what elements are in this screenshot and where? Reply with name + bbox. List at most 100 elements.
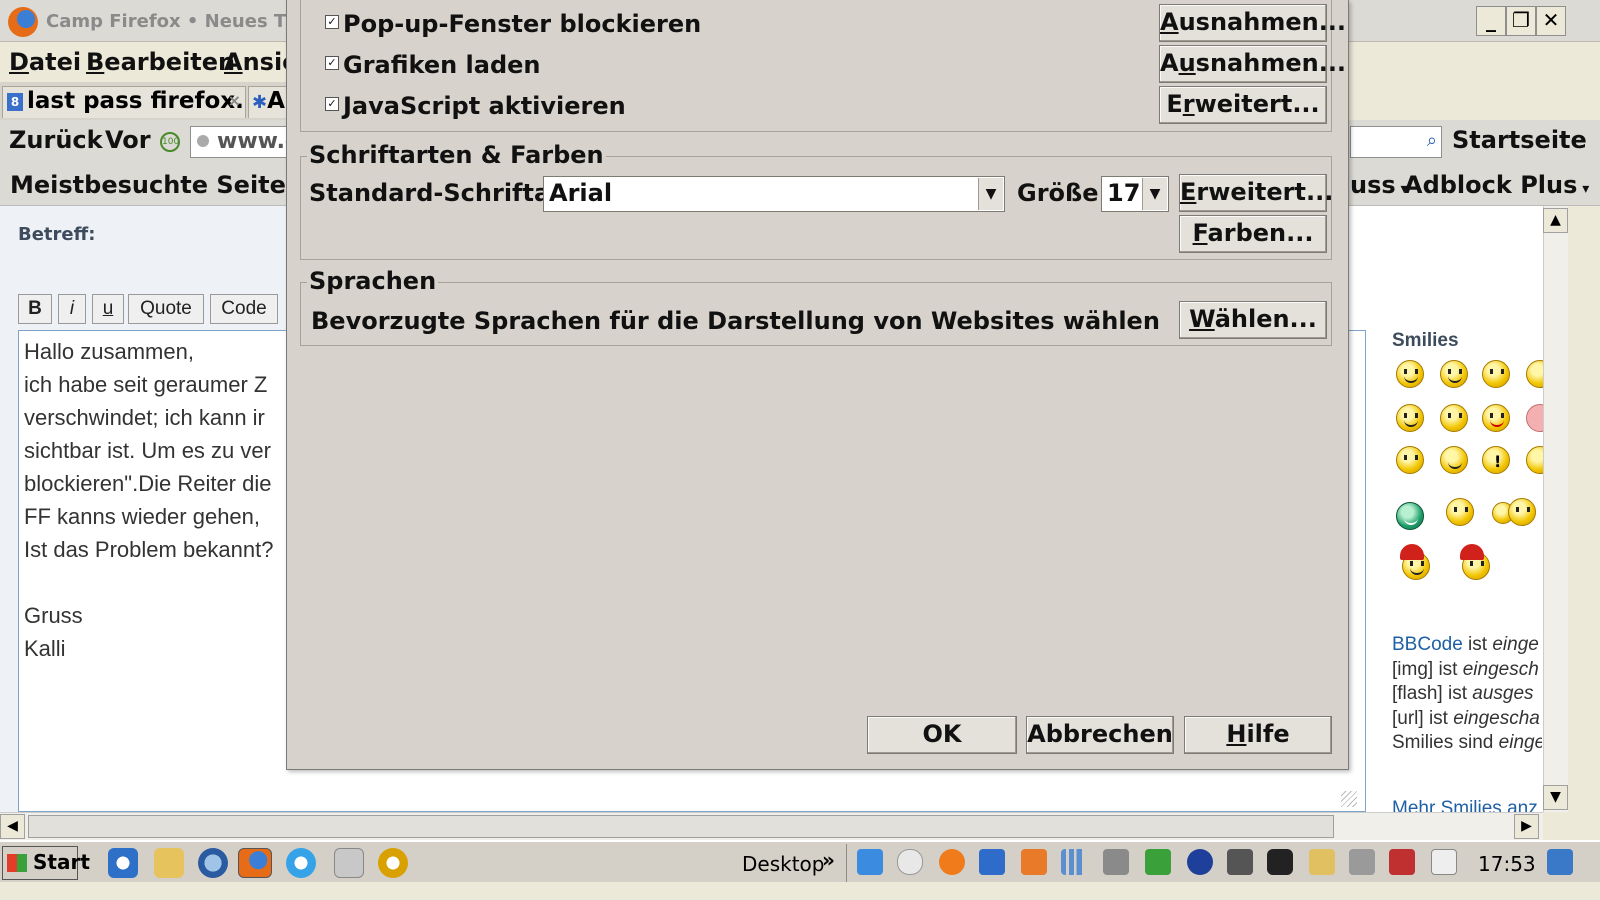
message-line: Gruss xyxy=(24,603,83,628)
restore-button[interactable]: ❐ xyxy=(1506,6,1536,36)
bbcode-line: [url] ist eingescha xyxy=(1392,708,1540,729)
load-images-checkbox[interactable]: ✓ xyxy=(325,56,339,70)
javascript-advanced-button[interactable]: Erweitert... xyxy=(1159,86,1327,124)
addon-icon[interactable]: 100 xyxy=(160,132,180,152)
horizontal-scrollbar[interactable]: ◀ ▶ xyxy=(0,812,1543,840)
s-app-icon[interactable] xyxy=(378,848,408,878)
cancel-button[interactable]: Abbrechen xyxy=(1026,716,1174,754)
folder-icon[interactable] xyxy=(154,848,184,878)
popup-block-checkbox[interactable]: ✓ xyxy=(325,15,339,29)
scroll-down-icon[interactable]: ▼ xyxy=(1543,785,1568,810)
quote-button[interactable]: Quote xyxy=(128,294,204,324)
blush-smiley-icon[interactable] xyxy=(1526,404,1543,432)
dizzy-smiley-icon[interactable] xyxy=(1446,498,1474,526)
angry-smiley-icon[interactable] xyxy=(1440,404,1468,432)
menu-bearbeiten[interactable]: Bearbeiten xyxy=(86,48,235,76)
bbcode-line: [img] ist eingesch xyxy=(1392,659,1539,680)
font-size-value: 17 xyxy=(1107,179,1141,207)
laugh-smiley-icon[interactable] xyxy=(1396,404,1424,432)
languages-group: Sprachen Bevorzugte Sprachen für die Dar… xyxy=(300,267,1332,346)
sad-smiley-icon[interactable] xyxy=(1482,360,1510,388)
tongue-smiley-icon[interactable] xyxy=(1482,404,1510,432)
help-button[interactable]: Hilfe xyxy=(1184,716,1332,754)
flag-icon[interactable] xyxy=(1431,849,1457,875)
search-icon[interactable]: ⌕ xyxy=(1427,130,1437,151)
ie-blue-icon[interactable] xyxy=(286,848,316,878)
message-line: verschwindet; ich kann ir xyxy=(24,405,265,430)
thunderbird-icon[interactable] xyxy=(198,848,228,878)
dropbox-icon[interactable] xyxy=(857,849,883,875)
images-exceptions-button[interactable]: Ausnahmen... xyxy=(1159,45,1346,83)
bbcode-line: Smilies sind einge xyxy=(1392,732,1542,753)
chevron-down-icon[interactable]: ▼ xyxy=(978,178,1003,210)
question-smiley-icon[interactable] xyxy=(1526,446,1543,474)
bookmark-partial[interactable]: uss ▾ xyxy=(1350,171,1408,199)
app-grid-icon[interactable] xyxy=(334,848,364,878)
menu-datei[interactable]: Datei xyxy=(9,48,81,76)
volume-icon[interactable] xyxy=(1349,849,1375,875)
close-window-button[interactable]: ✕ xyxy=(1536,6,1566,36)
mail-icon[interactable] xyxy=(1145,849,1171,875)
italic-button[interactable]: i xyxy=(58,294,86,324)
ie-icon[interactable] xyxy=(108,848,138,878)
exclaim-smiley-icon[interactable]: ! xyxy=(1482,446,1510,474)
popup-exceptions-button[interactable]: Ausnahmen... xyxy=(1159,4,1346,42)
signal-bars-icon[interactable] xyxy=(1061,849,1087,875)
bookmark-most-visited[interactable]: Meistbesuchte Seiten xyxy=(10,171,303,199)
bookmark-adblock-plus[interactable]: Adblock Plus ▾ xyxy=(1404,171,1589,199)
monitor-icon[interactable] xyxy=(1227,849,1253,875)
scroll-up-icon[interactable]: ▲ xyxy=(1543,208,1568,233)
window-title: Camp Firefox • Neues The xyxy=(46,11,312,32)
back-button[interactable]: Zurück xyxy=(9,126,103,154)
tab-lastpass[interactable]: 8 last pass firefox... × xyxy=(2,86,246,118)
scroll-left-icon[interactable]: ◀ xyxy=(0,814,25,839)
cloud-icon[interactable] xyxy=(897,849,923,875)
chevron-down-icon[interactable]: ▼ xyxy=(1142,178,1167,210)
javascript-checkbox[interactable]: ✓ xyxy=(325,97,339,111)
network-icon[interactable] xyxy=(979,849,1005,875)
smiley-icon[interactable] xyxy=(1526,360,1543,388)
camera-icon[interactable] xyxy=(1267,849,1293,875)
hand-icon[interactable] xyxy=(1309,849,1335,875)
bbcode-link[interactable]: BBCode xyxy=(1392,634,1463,655)
code-button[interactable]: Code xyxy=(210,294,278,324)
scroll-right-icon[interactable]: ▶ xyxy=(1514,814,1539,839)
speaker-icon[interactable] xyxy=(1103,849,1129,875)
start-button[interactable]: Start xyxy=(2,846,90,880)
home-button[interactable]: Startseite xyxy=(1452,126,1587,154)
desktop-label[interactable]: Desktop xyxy=(742,852,824,876)
colors-button[interactable]: Farben... xyxy=(1179,215,1327,253)
resize-grip-icon[interactable] xyxy=(1341,791,1357,807)
search-input[interactable]: ⌕ xyxy=(1350,126,1442,158)
minimize-button[interactable]: _ xyxy=(1476,6,1506,36)
safely-remove-icon[interactable] xyxy=(1389,849,1415,875)
choose-languages-button[interactable]: Wählen... xyxy=(1179,301,1327,339)
alien-smiley-icon[interactable] xyxy=(1396,502,1424,530)
underline-button[interactable]: u xyxy=(92,294,124,324)
bbcode-line: [flash] ist ausges xyxy=(1392,683,1534,704)
default-font-select[interactable]: Arial ▼ xyxy=(543,176,1005,212)
wink-smiley-icon[interactable] xyxy=(1440,446,1468,474)
forward-button[interactable]: Vor xyxy=(105,126,151,154)
firefox-taskbar-icon[interactable] xyxy=(238,848,272,878)
scroll-thumb[interactable] xyxy=(28,815,1334,838)
grin-smiley-icon[interactable] xyxy=(1396,360,1424,388)
ok-button[interactable]: OK xyxy=(867,716,1017,754)
show-desktop-icon[interactable] xyxy=(1547,849,1573,875)
avast-icon[interactable] xyxy=(939,849,965,875)
bbcode-line: BBCode ist einge xyxy=(1392,634,1539,655)
tab-close-icon[interactable]: × xyxy=(228,87,241,115)
more-smilies-link[interactable]: Mehr Smilies anz xyxy=(1392,798,1538,812)
bluetooth-icon[interactable] xyxy=(1187,849,1213,875)
vertical-scrollbar[interactable]: ▲ ▼ xyxy=(1543,206,1568,812)
popup-block-label: Pop-up-Fenster blockieren xyxy=(343,10,702,38)
url-bar[interactable]: www.c xyxy=(190,126,300,158)
chevron-right-icon[interactable]: » xyxy=(822,848,835,872)
fonts-advanced-button[interactable]: Erweitert... xyxy=(1179,174,1333,212)
glasses-smiley-icon[interactable] xyxy=(1396,446,1424,474)
font-size-select[interactable]: 17 ▼ xyxy=(1101,176,1169,212)
pair-smiley-icon[interactable] xyxy=(1508,498,1536,526)
java-icon[interactable] xyxy=(1021,849,1047,875)
bold-button[interactable]: B xyxy=(18,294,52,324)
smile-smiley-icon[interactable] xyxy=(1440,360,1468,388)
